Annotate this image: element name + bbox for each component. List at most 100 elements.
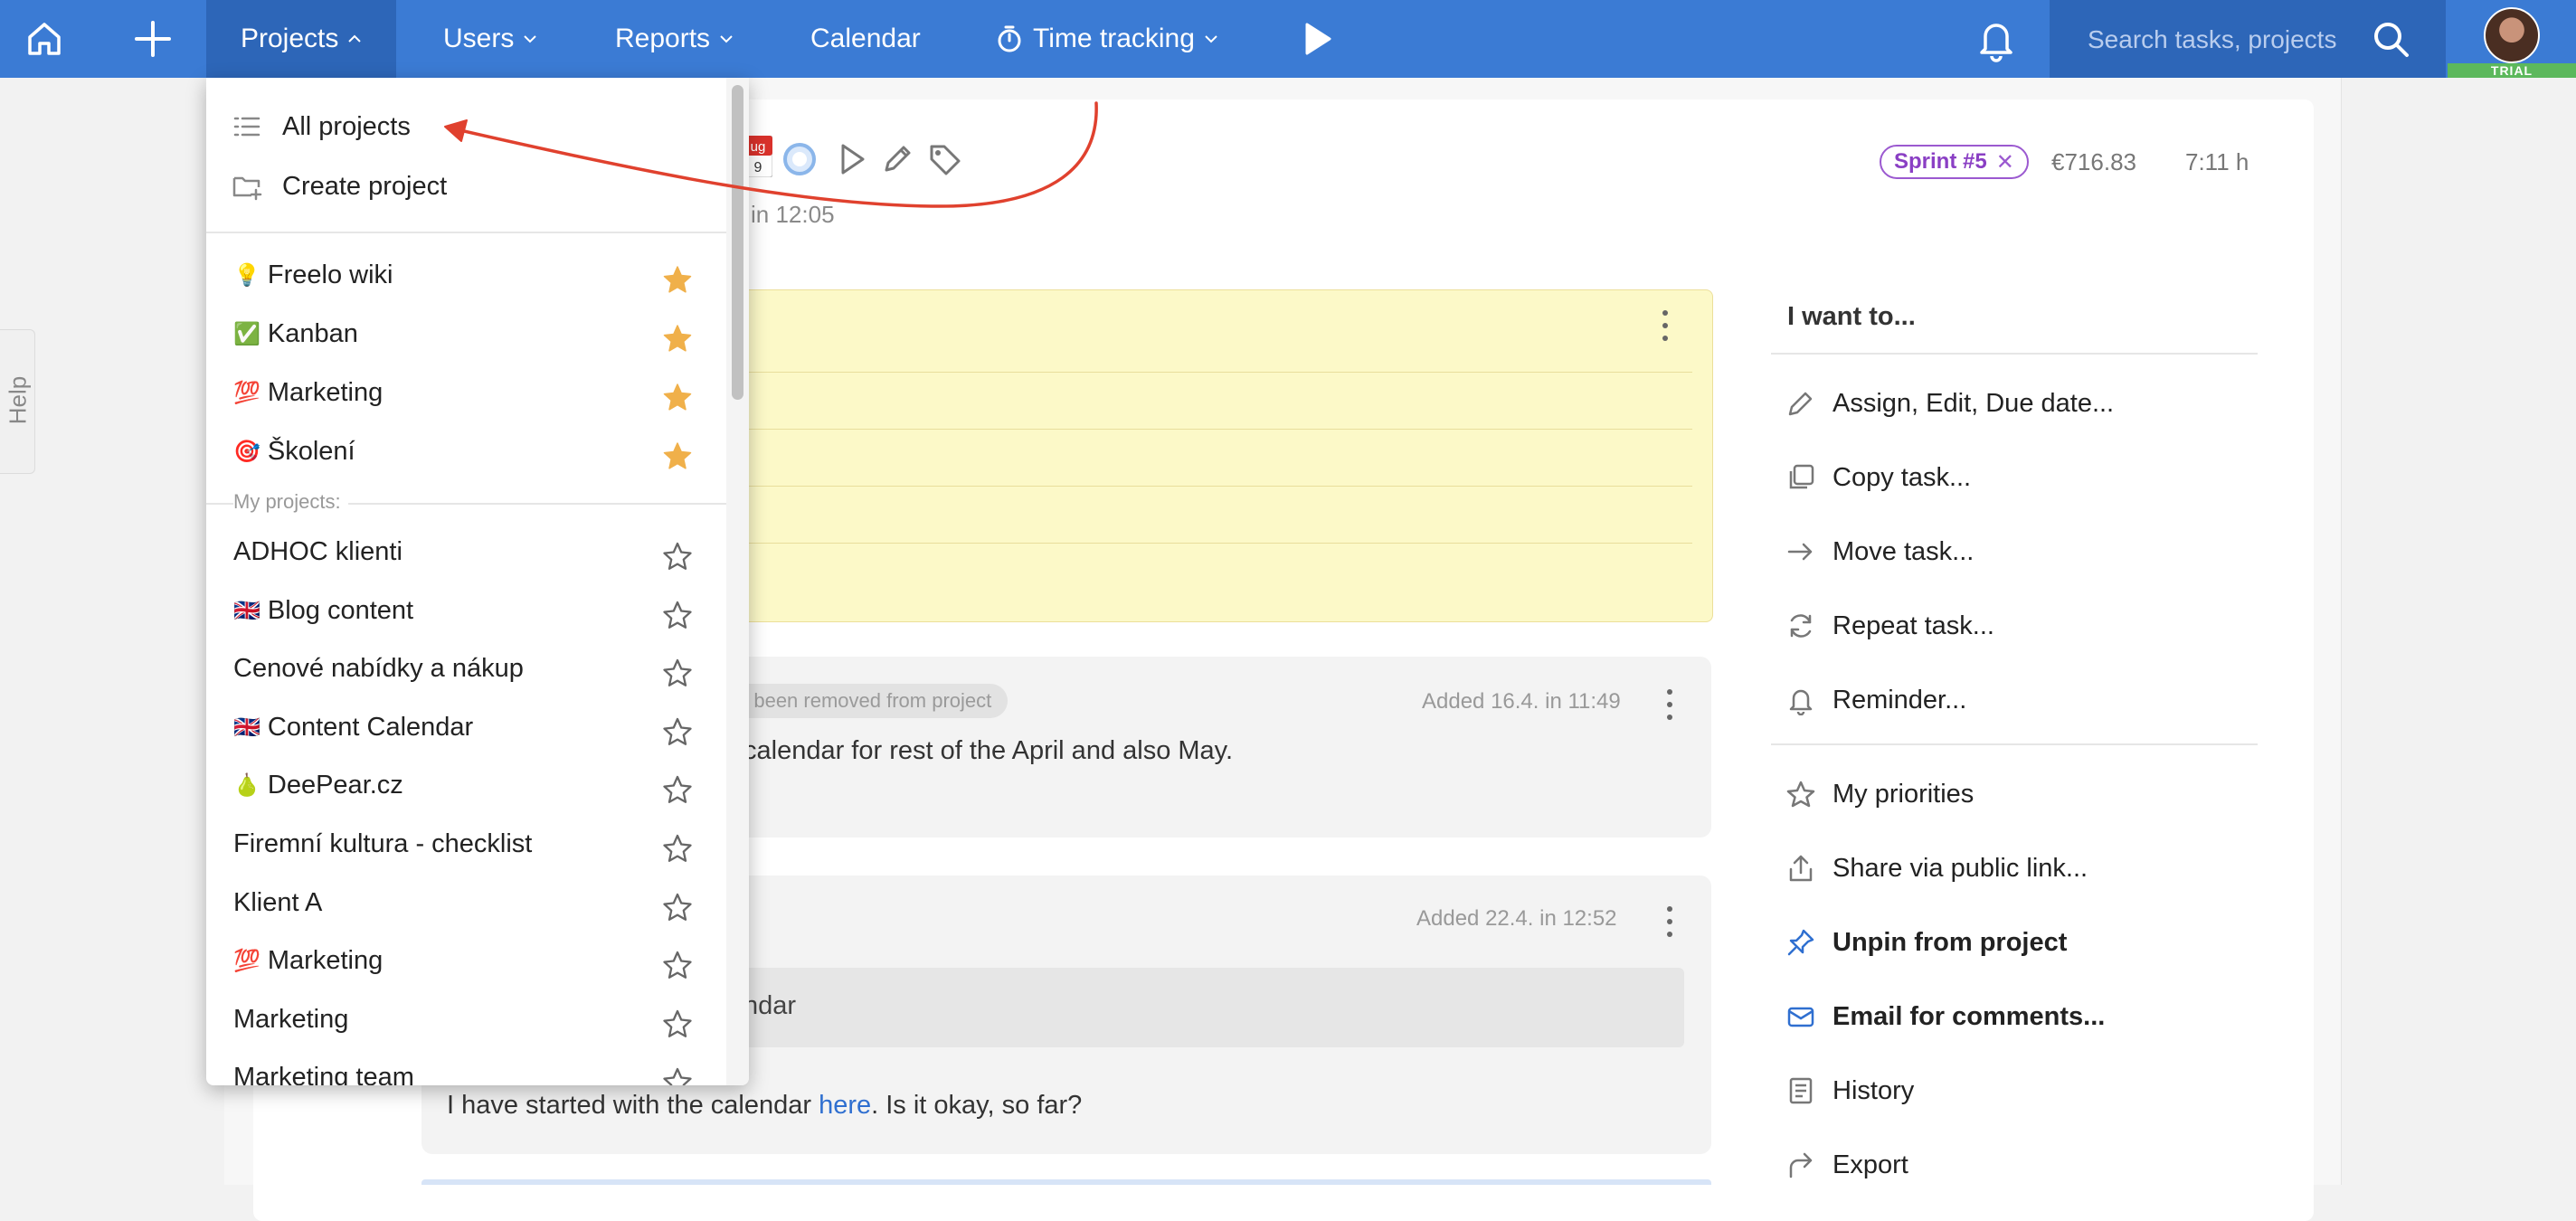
project-menu-item[interactable]: 🇬🇧 Blog content xyxy=(206,589,726,641)
action-share-link[interactable]: Share via public link... xyxy=(1785,848,2088,888)
project-menu-item[interactable]: Marketing xyxy=(206,998,726,1050)
project-emoji: 💯 xyxy=(233,949,260,974)
project-name: Marketing xyxy=(267,946,384,976)
project-name: Firemní kultura - checklist xyxy=(233,829,533,858)
star-outline-icon[interactable] xyxy=(662,950,693,980)
nav-projects[interactable]: Projects xyxy=(206,0,397,78)
top-navigation-bar: Projects Users Reports Calendar Time tra… xyxy=(0,0,2576,78)
project-menu-item-label-wrap: Cenové nabídky a nákup xyxy=(233,654,524,684)
star-filled-icon[interactable] xyxy=(662,382,693,412)
action-label: Copy task... xyxy=(1833,462,1972,492)
sprint-label: Sprint #5 xyxy=(1894,149,1987,174)
action-move-task[interactable]: Move task... xyxy=(1785,532,1974,572)
comment-text: I have started with the calendar here. I… xyxy=(447,1091,1082,1121)
nav-calendar-label: Calendar xyxy=(810,24,921,53)
project-menu-item[interactable]: 💯 Marketing xyxy=(206,939,726,991)
complete-task-button[interactable] xyxy=(783,143,816,175)
user-menu[interactable]: TRIAL xyxy=(2448,0,2576,78)
star-filled-icon[interactable] xyxy=(662,440,693,471)
star-outline-icon[interactable] xyxy=(662,600,693,630)
help-tab[interactable]: Help xyxy=(0,329,35,474)
project-menu-item[interactable]: 🇬🇧 Content Calendar xyxy=(206,705,726,758)
comment-link[interactable]: here xyxy=(819,1091,871,1120)
task-time: 7:11 h xyxy=(2185,148,2249,175)
star-outline-icon[interactable] xyxy=(662,658,693,688)
sprint-badge[interactable]: Sprint #5 ✕ xyxy=(1880,145,2029,179)
project-menu-item-label-wrap: ✅ Kanban xyxy=(233,319,358,349)
repeat-icon xyxy=(1785,610,1816,641)
tag-icon[interactable] xyxy=(926,141,964,179)
project-menu-item-label-wrap: Marketing team xyxy=(233,1063,414,1085)
edit-pencil-icon[interactable] xyxy=(879,141,915,177)
nav-users-label: Users xyxy=(443,24,515,53)
nav-reports-label: Reports xyxy=(615,24,711,53)
star-outline-icon[interactable] xyxy=(662,541,693,572)
project-menu-item[interactable]: Firemní kultura - checklist xyxy=(206,822,726,875)
action-history[interactable]: History xyxy=(1785,1071,1914,1111)
nav-users[interactable]: Users xyxy=(443,0,537,78)
star-filled-icon[interactable] xyxy=(662,323,693,354)
action-my-priorities[interactable]: My priorities xyxy=(1785,774,1974,814)
project-name: Kanban xyxy=(267,319,358,348)
project-menu-item[interactable]: ✅ Kanban xyxy=(206,312,726,364)
start-timer-icon[interactable] xyxy=(836,141,868,177)
add-new-button[interactable] xyxy=(125,13,181,65)
star-outline-icon[interactable] xyxy=(662,716,693,747)
project-name: ADHOC klienti xyxy=(233,537,402,566)
star-outline-icon[interactable] xyxy=(662,833,693,864)
project-menu-item[interactable]: Marketing team xyxy=(206,1055,726,1085)
menu-scrollbar-thumb[interactable] xyxy=(732,85,743,400)
project-menu-item[interactable]: 💯 Marketing xyxy=(206,371,726,423)
nav-calendar[interactable]: Calendar xyxy=(810,0,921,78)
nav-reports[interactable]: Reports xyxy=(615,0,734,78)
action-email-comments[interactable]: Email for comments... xyxy=(1785,997,2105,1036)
remove-label-icon[interactable]: ✕ xyxy=(1996,149,2014,175)
action-label: Move task... xyxy=(1833,536,1975,566)
project-emoji: 🍐 xyxy=(233,773,260,799)
home-button[interactable] xyxy=(18,13,71,65)
star-outline-icon[interactable] xyxy=(662,1008,693,1039)
menu-divider xyxy=(206,232,726,233)
project-menu-item-label-wrap: Klient A xyxy=(233,888,322,918)
action-label: History xyxy=(1833,1075,1915,1105)
project-name: DeePear.cz xyxy=(267,771,403,800)
project-menu-item[interactable]: 🎯 Školení xyxy=(206,430,726,482)
action-export[interactable]: Export xyxy=(1785,1145,1908,1185)
comment-menu-icon[interactable] xyxy=(1666,906,1673,937)
action-repeat-task[interactable]: Repeat task... xyxy=(1785,606,1994,646)
project-menu-item[interactable]: Klient A xyxy=(206,881,726,933)
project-name: Klient A xyxy=(233,887,323,917)
comment-menu-icon[interactable] xyxy=(1666,689,1673,720)
note-menu-icon[interactable] xyxy=(1662,310,1669,341)
task-meta: in 12:05 xyxy=(751,201,835,228)
project-emoji: 💡 xyxy=(233,263,260,288)
project-menu-item[interactable]: 💡 Freelo wiki xyxy=(206,253,726,306)
project-menu-item[interactable]: Cenové nabídky a nákup xyxy=(206,647,726,699)
note-line xyxy=(634,372,1692,373)
avatar[interactable] xyxy=(2484,7,2540,63)
notifications-bell-icon[interactable] xyxy=(1972,14,2021,63)
project-name: Cenové nabídky a nákup xyxy=(233,654,524,684)
star-outline-icon[interactable] xyxy=(662,892,693,923)
left-gutter xyxy=(0,78,224,1185)
star-filled-icon[interactable] xyxy=(662,264,693,295)
search-input[interactable] xyxy=(2086,16,2361,63)
star-outline-icon[interactable] xyxy=(662,1066,693,1085)
search-icon[interactable] xyxy=(2370,18,2411,60)
project-menu-item-label-wrap: 🇬🇧 Blog content xyxy=(233,596,413,626)
action-label: Unpin from project xyxy=(1833,927,2068,957)
project-menu-item[interactable]: 🍐 DeePear.cz xyxy=(206,763,726,816)
start-timer-play-icon[interactable] xyxy=(1299,20,1335,58)
project-emoji: 💯 xyxy=(233,381,260,405)
action-copy-task[interactable]: Copy task... xyxy=(1785,458,1971,497)
trial-badge: TRIAL xyxy=(2448,63,2576,78)
star-icon xyxy=(1785,779,1816,809)
project-menu-item[interactable]: ADHOC klienti xyxy=(206,530,726,582)
nav-time-tracking[interactable]: Time tracking xyxy=(995,0,1218,78)
action-assign-edit[interactable]: Assign, Edit, Due date... xyxy=(1785,383,2114,423)
action-reminder[interactable]: Reminder... xyxy=(1785,680,1966,720)
action-unpin-project[interactable]: Unpin from project xyxy=(1785,923,2067,962)
menu-create-project[interactable]: Create project xyxy=(232,166,447,206)
menu-all-projects[interactable]: All projects xyxy=(232,107,411,147)
star-outline-icon[interactable] xyxy=(662,774,693,805)
